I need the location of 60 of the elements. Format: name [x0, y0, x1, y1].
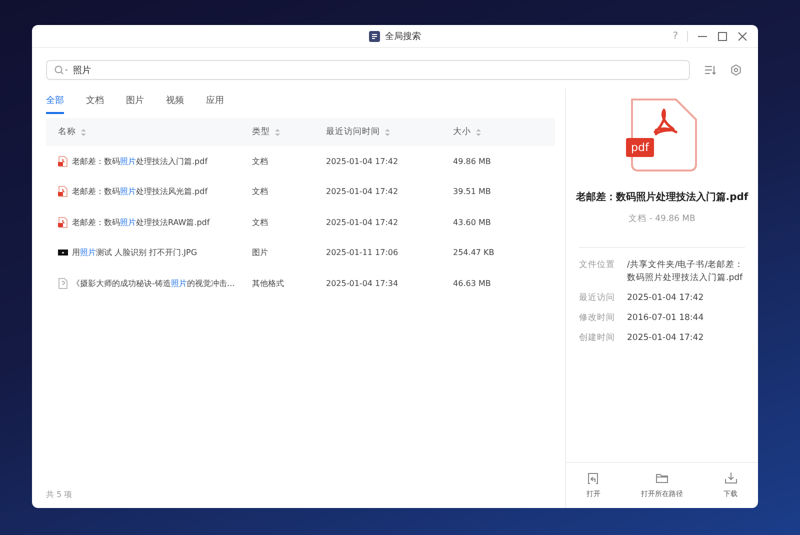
- field-value: 2025-01-04 17:42: [627, 292, 704, 305]
- item-count: 共 5 项: [46, 490, 72, 499]
- window-title: 全局搜索: [385, 30, 421, 42]
- pdf-badge: pdf: [626, 138, 654, 157]
- tab[interactable]: 图片: [126, 88, 144, 114]
- unknown-file-icon: [58, 278, 68, 289]
- field-value: 2016-07-01 18:44: [627, 312, 704, 325]
- sort-icon[interactable]: [385, 128, 390, 136]
- field-value: 2025-01-04 17:42: [627, 332, 704, 345]
- file-name[interactable]: 用照片测试 人脸识别 打不开门.JPG: [72, 247, 198, 258]
- table-cell: 2025-01-04 17:42: [326, 156, 398, 166]
- file-name[interactable]: 《摄影大师的成功秘诀-铸造照片的视觉冲击…: [72, 278, 235, 289]
- pdf-file-icon: [58, 216, 68, 228]
- field-label: 文件位置: [579, 259, 615, 272]
- field-value: /共享文件夹/电子书/老邮差：数码照片处理技法入门篇.pdf: [627, 259, 745, 285]
- sort-icon[interactable]: [81, 128, 86, 136]
- table-cell: 49.86 MB: [453, 156, 491, 166]
- field-label: 修改时间: [579, 312, 615, 325]
- table-cell: 2025-01-04 17:42: [326, 218, 398, 227]
- tab[interactable]: 视频: [166, 88, 184, 114]
- file-name[interactable]: 老邮差：数码照片处理技法风光篇.pdf: [72, 186, 208, 198]
- table-cell: 2025-01-04 17:34: [326, 278, 398, 288]
- table-cell: 2025-01-11 17:06: [326, 248, 398, 258]
- table-cell: 46.63 MB: [453, 278, 491, 288]
- table-cell: 文档: [252, 156, 268, 167]
- image-file-icon: [58, 247, 68, 258]
- table-cell: 39.51 MB: [453, 187, 491, 196]
- file-name[interactable]: 老邮差：数码照片处理技法入门篇.pdf: [72, 156, 208, 167]
- tab[interactable]: 全部: [46, 88, 64, 114]
- column-header[interactable]: 最近访问时间: [326, 126, 380, 138]
- tab[interactable]: 文档: [86, 88, 104, 114]
- maximize-icon[interactable]: [717, 30, 728, 42]
- table-cell: 图片: [252, 247, 268, 258]
- sort-icon[interactable]: [476, 128, 481, 136]
- column-header[interactable]: 类型: [252, 126, 270, 138]
- sort-icon[interactable]: [275, 128, 280, 136]
- pdf-file-icon: [58, 156, 68, 167]
- folder-icon: [656, 472, 668, 484]
- open-file-icon: [587, 472, 600, 484]
- settings-icon[interactable]: [730, 64, 742, 76]
- file-title: 老邮差：数码照片处理技法入门篇.pdf: [576, 190, 748, 204]
- file-name[interactable]: 老邮差：数码照片处理技法RAW篇.pdf: [72, 216, 210, 228]
- search-field[interactable]: 照片: [46, 60, 690, 80]
- table-cell: 43.60 MB: [453, 218, 491, 227]
- table-cell: 文档: [252, 216, 268, 228]
- column-header[interactable]: 大小: [453, 126, 471, 138]
- pdf-file-icon: [58, 186, 68, 198]
- table-cell: 2025-01-04 17:42: [326, 187, 398, 196]
- table-cell: 其他格式: [252, 278, 284, 289]
- column-header[interactable]: 名称: [58, 126, 76, 138]
- table-cell: 254.47 KB: [453, 248, 494, 258]
- field-label: 最近访问: [579, 292, 615, 305]
- table-cell: 文档: [252, 186, 268, 198]
- app-icon: [369, 30, 380, 42]
- download-icon: [724, 472, 737, 484]
- file-subtitle: 文档 - 49.86 MB: [628, 213, 696, 225]
- close-icon[interactable]: [737, 30, 748, 42]
- field-label: 创建时间: [579, 332, 615, 345]
- sort-icon[interactable]: [704, 64, 716, 76]
- tab[interactable]: 应用: [206, 88, 224, 114]
